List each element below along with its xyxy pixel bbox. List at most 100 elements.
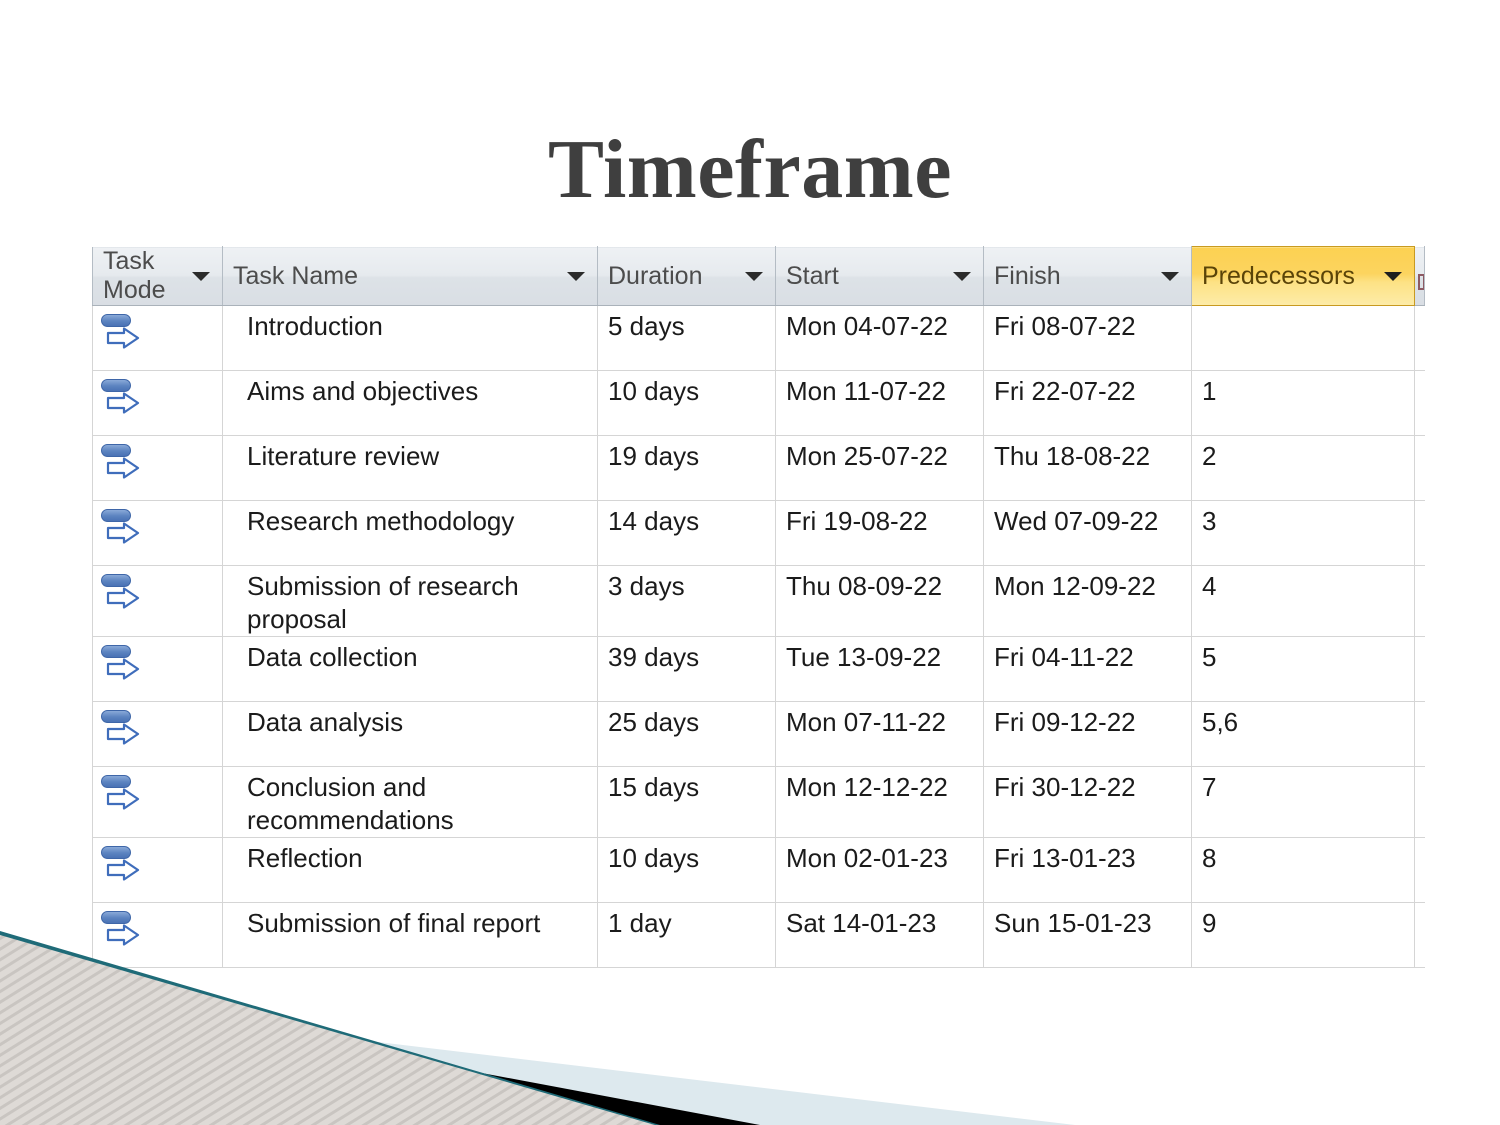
column-header-truncated[interactable] [1414, 246, 1425, 306]
filter-dropdown-icon[interactable] [1161, 272, 1179, 281]
table-row[interactable]: Submission of final report 1 day Sat 14-01… [92, 902, 1425, 968]
cell-predecessors[interactable]: 9 [1191, 902, 1415, 968]
cell-predecessors[interactable]: 7 [1191, 766, 1415, 838]
cell-task-name[interactable]: Data collection [222, 636, 598, 702]
cell-task-name[interactable]: Research methodology [222, 500, 598, 566]
cell-task-mode[interactable] [92, 902, 223, 968]
page-title: Timeframe [547, 123, 953, 216]
cell-start[interactable]: Mon 25-07-22 [775, 435, 984, 501]
cell-task-name[interactable]: Aims and objectives [222, 370, 598, 436]
table-row[interactable]: Research methodology 14 days Fri 19-08-22 W… [92, 500, 1425, 566]
manually-scheduled-task-icon [99, 572, 143, 612]
table-header-row: Task Mode Task Name Duration Start Finish Pre… [92, 246, 1425, 306]
filter-dropdown-icon[interactable] [1384, 272, 1402, 281]
table-row[interactable]: Data collection 39 days Tue 13-09-22 Fri 04… [92, 636, 1425, 702]
cell-predecessors[interactable]: 5 [1191, 636, 1415, 702]
cell-task-name[interactable]: Data analysis [222, 701, 598, 767]
filter-dropdown-icon[interactable] [567, 272, 585, 281]
cell-truncated [1414, 902, 1425, 968]
cell-duration[interactable]: 39 days [597, 636, 776, 702]
cell-task-name[interactable]: Literature review [222, 435, 598, 501]
table-row[interactable]: Literature review 19 days Mon 25-07-22 Thu … [92, 435, 1425, 501]
column-header-finish[interactable]: Finish [983, 246, 1192, 306]
cell-task-mode[interactable] [92, 766, 223, 838]
cell-start[interactable]: Mon 04-07-22 [775, 305, 984, 371]
cell-truncated [1414, 305, 1425, 371]
column-header-duration[interactable]: Duration [597, 246, 776, 306]
cell-duration[interactable]: 19 days [597, 435, 776, 501]
cell-start[interactable]: Mon 11-07-22 [775, 370, 984, 436]
cell-finish[interactable]: Fri 30-12-22 [983, 766, 1192, 838]
cell-finish[interactable]: Fri 04-11-22 [983, 636, 1192, 702]
cell-start[interactable]: Tue 13-09-22 [775, 636, 984, 702]
manually-scheduled-task-icon [99, 708, 143, 748]
column-header-task_mode[interactable]: Task Mode [92, 246, 223, 306]
cell-truncated [1414, 766, 1425, 838]
manually-scheduled-task-icon [99, 643, 143, 683]
filter-dropdown-icon[interactable] [192, 272, 210, 281]
cell-task-mode[interactable] [92, 305, 223, 371]
cell-task-mode[interactable] [92, 636, 223, 702]
cell-duration[interactable]: 10 days [597, 370, 776, 436]
cell-finish[interactable]: Thu 18-08-22 [983, 435, 1192, 501]
cell-start[interactable]: Mon 12-12-22 [775, 766, 984, 838]
cell-duration[interactable]: 5 days [597, 305, 776, 371]
cell-task-name[interactable]: Submission of research proposal [222, 565, 598, 637]
light-band [0, 997, 1075, 1125]
cell-predecessors[interactable]: 8 [1191, 837, 1415, 903]
cell-duration[interactable]: 3 days [597, 565, 776, 637]
cell-duration[interactable]: 14 days [597, 500, 776, 566]
table-row[interactable]: Aims and objectives 10 days Mon 11-07-22 Fr… [92, 370, 1425, 436]
column-header-label: Task Name [233, 261, 359, 290]
cell-truncated [1414, 435, 1425, 501]
cell-predecessors[interactable] [1191, 305, 1415, 371]
cell-finish[interactable]: Wed 07-09-22 [983, 500, 1192, 566]
cell-task-mode[interactable] [92, 701, 223, 767]
cell-finish[interactable]: Fri 09-12-22 [983, 701, 1192, 767]
cell-duration[interactable]: 10 days [597, 837, 776, 903]
table-row[interactable]: Reflection 10 days Mon 02-01-23 Fri 13-01-2… [92, 837, 1425, 903]
cell-predecessors[interactable]: 4 [1191, 565, 1415, 637]
cell-duration[interactable]: 1 day [597, 902, 776, 968]
cell-truncated [1414, 636, 1425, 702]
table-row[interactable]: Introduction 5 days Mon 04-07-22 Fri 08-07-… [92, 305, 1425, 371]
cell-finish[interactable]: Sun 15-01-23 [983, 902, 1192, 968]
cell-finish[interactable]: Fri 13-01-23 [983, 837, 1192, 903]
cell-predecessors[interactable]: 1 [1191, 370, 1415, 436]
cell-predecessors[interactable]: 5,6 [1191, 701, 1415, 767]
cell-task-mode[interactable] [92, 370, 223, 436]
table-body: Introduction 5 days Mon 04-07-22 Fri 08-07-… [92, 305, 1425, 968]
column-header-start[interactable]: Start [775, 246, 984, 306]
cell-duration[interactable]: 25 days [597, 701, 776, 767]
column-header-predecessors[interactable]: Predecessors [1191, 246, 1415, 306]
cell-finish[interactable]: Fri 22-07-22 [983, 370, 1192, 436]
cell-task-mode[interactable] [92, 837, 223, 903]
cell-finish[interactable]: Fri 08-07-22 [983, 305, 1192, 371]
table-row[interactable]: Conclusion and recommendations 15 days Mon… [92, 766, 1425, 838]
cell-task-name[interactable]: Conclusion and recommendations [222, 766, 598, 838]
cell-task-name[interactable]: Submission of final report [222, 902, 598, 968]
cell-start[interactable]: Mon 07-11-22 [775, 701, 984, 767]
filter-dropdown-icon[interactable] [745, 272, 763, 281]
cell-duration[interactable]: 15 days [597, 766, 776, 838]
cell-task-mode[interactable] [92, 500, 223, 566]
cell-finish[interactable]: Mon 12-09-22 [983, 565, 1192, 637]
column-header-task_name[interactable]: Task Name [222, 246, 598, 306]
cell-start[interactable]: Mon 02-01-23 [775, 837, 984, 903]
cell-truncated [1414, 701, 1425, 767]
manually-scheduled-task-icon [99, 442, 143, 482]
cell-predecessors[interactable]: 3 [1191, 500, 1415, 566]
cell-start[interactable]: Fri 19-08-22 [775, 500, 984, 566]
table-row[interactable]: Submission of research proposal 3 days Thu… [92, 565, 1425, 637]
manually-scheduled-task-icon [99, 312, 143, 352]
cell-task-name[interactable]: Introduction [222, 305, 598, 371]
filter-dropdown-icon[interactable] [953, 272, 971, 281]
cell-predecessors[interactable]: 2 [1191, 435, 1415, 501]
manually-scheduled-task-icon [99, 773, 143, 813]
cell-start[interactable]: Sat 14-01-23 [775, 902, 984, 968]
table-row[interactable]: Data analysis 25 days Mon 07-11-22 Fri 09-1… [92, 701, 1425, 767]
cell-task-mode[interactable] [92, 565, 223, 637]
cell-task-mode[interactable] [92, 435, 223, 501]
cell-task-name[interactable]: Reflection [222, 837, 598, 903]
cell-start[interactable]: Thu 08-09-22 [775, 565, 984, 637]
